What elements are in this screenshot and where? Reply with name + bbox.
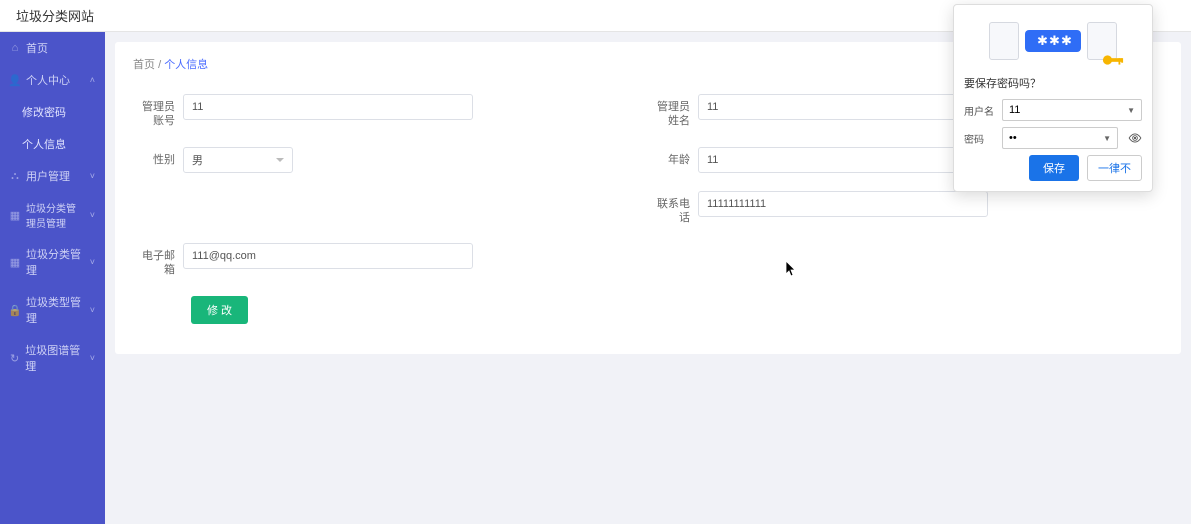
sidebar-item-label: 首页 [26, 40, 48, 56]
sidebar-item-type-mgmt[interactable]: 🔒 垃圾类型管理 ˅ [0, 286, 105, 334]
sidebar-item-label: 垃圾分类管理员管理 [26, 200, 84, 230]
label-email: 电子邮箱 [133, 243, 183, 278]
breadcrumb-sep: / [158, 59, 161, 71]
sidebar-item-home[interactable]: ⌂ 首页 [0, 32, 105, 64]
home-icon: ⌂ [10, 43, 20, 53]
label-admin-name: 管理员姓名 [648, 94, 698, 129]
admin-name-input[interactable] [698, 94, 988, 120]
breadcrumb-current: 个人信息 [164, 59, 208, 71]
admin-account-input[interactable] [183, 94, 473, 120]
chevron-down-icon: ˅ [90, 353, 95, 363]
label-age: 年龄 [648, 147, 698, 167]
eye-icon[interactable] [1128, 131, 1142, 145]
popup-user-label: 用户名 [964, 103, 996, 118]
sidebar-item-label: 修改密码 [22, 104, 66, 120]
sidebar-item-personal-info[interactable]: 个人信息 [0, 128, 105, 160]
gender-value: 男 [192, 152, 203, 168]
save-password-popup: ✱✱✱ 要保存密码吗？ 用户名 11 ▼ 密码 •• ▼ 保存 一律不 [953, 4, 1153, 192]
sidebar-item-change-password[interactable]: 修改密码 [0, 96, 105, 128]
popup-save-button[interactable]: 保存 [1029, 155, 1079, 181]
popup-title: 要保存密码吗？ [964, 75, 1142, 91]
grid-icon: ▦ [10, 257, 20, 267]
sidebar-item-graph-mgmt[interactable]: ↻ 垃圾图谱管理 ˅ [0, 334, 105, 382]
lock-icon: 🔒 [10, 305, 20, 315]
popup-password-select[interactable]: •• ▼ [1002, 127, 1118, 149]
popup-never-button[interactable]: 一律不 [1087, 155, 1142, 181]
chevron-down-icon: ˅ [90, 257, 95, 267]
phone-input[interactable] [698, 191, 988, 217]
sidebar-item-user-mgmt[interactable]: ⛬ 用户管理 ˅ [0, 160, 105, 192]
sidebar-item-label: 个人信息 [22, 136, 66, 152]
popup-username-value: 11 [1009, 104, 1020, 116]
user-icon: 👤 [10, 75, 20, 85]
sidebar-item-label: 垃圾图谱管理 [25, 342, 84, 374]
caret-down-icon: ▼ [1103, 134, 1111, 143]
gender-select[interactable]: 男 [183, 147, 293, 173]
popup-password-value: •• [1009, 132, 1017, 144]
chevron-down-icon: ˅ [90, 210, 95, 220]
popup-illustration: ✱✱✱ [964, 13, 1142, 69]
sidebar-item-label: 垃圾类型管理 [26, 294, 84, 326]
caret-down-icon: ▼ [1127, 106, 1135, 115]
label-phone: 联系电话 [648, 191, 698, 226]
label-gender: 性别 [133, 147, 183, 167]
chevron-down-icon: ˅ [90, 171, 95, 181]
age-input[interactable] [698, 147, 988, 173]
chevron-up-icon: ˄ [90, 75, 95, 85]
password-pill-icon: ✱✱✱ [1025, 30, 1081, 52]
sidebar-item-label: 用户管理 [26, 168, 70, 184]
grid-icon: ▦ [10, 210, 20, 220]
sidebar-item-label: 垃圾分类管理 [26, 246, 84, 278]
sidebar: ⌂ 首页 👤 个人中心 ˄ 修改密码 个人信息 ⛬ 用户管理 ˅ ▦ 垃圾分类管… [0, 32, 105, 524]
label-admin-account: 管理员账号 [133, 94, 183, 129]
sidebar-item-personal-center[interactable]: 👤 个人中心 ˄ [0, 64, 105, 96]
submit-button[interactable]: 修 改 [191, 296, 248, 324]
loop-icon: ↻ [10, 353, 19, 363]
chevron-down-icon: ˅ [90, 305, 95, 315]
popup-pass-label: 密码 [964, 131, 996, 146]
sidebar-item-label: 个人中心 [26, 72, 70, 88]
card-icon [989, 22, 1019, 60]
app-title: 垃圾分类网站 [16, 6, 94, 25]
breadcrumb-root[interactable]: 首页 [133, 59, 155, 71]
users-icon: ⛬ [10, 171, 20, 181]
key-icon [1102, 53, 1124, 67]
email-input[interactable] [183, 243, 473, 269]
sidebar-item-classify-mgmt[interactable]: ▦ 垃圾分类管理 ˅ [0, 238, 105, 286]
sidebar-item-admin-mgmt[interactable]: ▦ 垃圾分类管理员管理 ˅ [0, 192, 105, 238]
popup-username-select[interactable]: 11 ▼ [1002, 99, 1142, 121]
